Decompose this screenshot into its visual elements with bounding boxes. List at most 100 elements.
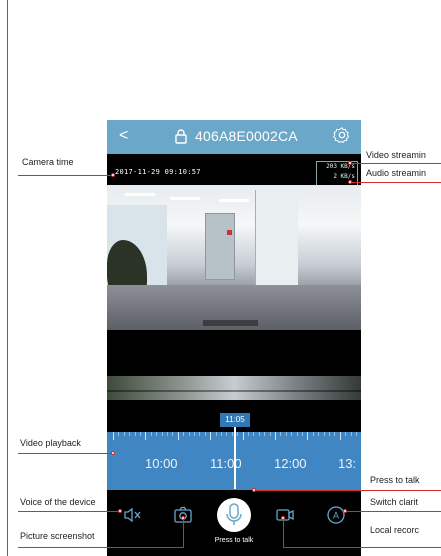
callout-camera-time: Camera time [22,157,74,167]
timeline-tick [307,432,309,440]
timeline-tick [118,432,120,436]
timeline-tick [210,432,212,440]
timeline-tick [302,432,303,436]
timeline-tick [248,432,249,436]
callout-press-to-talk: Press to talk [370,475,420,485]
camera-time-overlay: 2017-11-29 09:10:57 [115,168,201,176]
timeline-tick [329,432,330,436]
callout-line [18,511,122,512]
timeline-tick [145,432,147,440]
microphone-icon [226,503,242,525]
timeline-tick [140,432,141,436]
callout-line [18,175,115,176]
timeline-tick [199,432,201,436]
callout-dot [111,451,115,455]
callout-line [351,163,441,164]
timeline-tick [172,432,174,436]
timeline-tick [188,432,190,436]
timeline-tick [280,432,282,436]
speaker-mute-icon[interactable] [122,505,142,525]
timeline-tick [129,432,131,436]
callout-picture-screenshot: Picture screenshot [20,531,95,541]
callout-video-streaming: Video streamin [366,150,426,160]
ceiling-light [170,197,200,200]
timeline-tick [177,432,179,440]
callout-dot [348,180,352,184]
callout-line [351,182,441,183]
timeline-tick [350,432,352,436]
ceiling-light [125,193,155,196]
callout-video-playback: Video playback [20,438,81,448]
callout-line [283,519,284,548]
timeline-tick [194,432,195,436]
video-view[interactable] [107,185,361,330]
gear-icon[interactable] [333,126,351,144]
timeline-tick [231,432,233,436]
callout-dot [252,488,256,492]
timeline-label: 10:00 [145,456,178,471]
timeline-tick [226,432,228,436]
playback-cursor[interactable] [234,427,236,489]
callout-dot [181,516,185,520]
timeline-label: 11:00 [210,456,242,471]
timeline-tick [237,432,239,436]
callout-switch-clarity: Switch clarit [370,497,419,507]
timeline-tick [167,432,168,436]
timeline-tick [323,432,325,436]
title-group: 406A8E0002CA [173,127,298,145]
timeline-tick [356,432,357,436]
timeline-tick [253,432,255,436]
timeline-tick [269,432,271,436]
thumbnail-strip-line [107,390,361,392]
callout-voice-of-device: Voice of the device [20,497,96,507]
timeline-tick [221,432,222,436]
page-left-border [7,0,8,556]
timeline-tick [264,432,266,436]
timeline-tick [258,432,260,436]
timeline-tick [285,432,287,436]
timeline-tick [123,432,125,436]
callout-local-record: Local recorc [370,525,420,535]
timeline-label: 13: [338,456,357,471]
timeline-tick [334,432,336,436]
timeline-tick [161,432,163,436]
top-bar: < 406A8E0002CA [107,120,361,154]
stream-rate-box: 203 KB/s 2 KB/s [316,161,358,187]
callout-line [283,547,441,548]
back-button[interactable]: < [119,127,128,145]
timeline-tick [318,432,320,436]
callout-dot [118,509,122,513]
current-time-badge: 11:05 [220,413,250,427]
lock-icon [175,129,187,144]
press-to-talk-label: Press to talk [214,537,254,544]
video-column [255,190,298,290]
timeline-tick [156,432,158,436]
callout-dot [343,509,347,513]
video-door [205,213,235,280]
callout-line [255,490,441,491]
timeline-tick [113,432,114,440]
callout-line [183,519,184,548]
press-to-talk-button[interactable] [217,498,251,532]
timeline-tick [183,432,185,436]
svg-text:A: A [333,511,339,521]
timeline-tick [339,432,341,440]
ceiling-light [219,199,249,202]
video-osd-bottom [203,320,258,326]
callout-audio-streaming: Audio streamin [366,168,427,178]
timeline-tick [134,432,136,436]
timeline-tick [296,432,298,436]
timeline-tick [150,432,152,436]
video-red-sign [227,230,232,235]
timeline-tick [345,432,347,436]
callout-dot [281,516,285,520]
timeline-tick [215,432,217,436]
timeline-tick [204,432,206,436]
timeline-label: 12:00 [274,456,307,471]
timeline-tick [312,432,314,436]
thumbnail-strip[interactable] [107,376,361,400]
video-record-icon[interactable] [275,505,295,525]
callout-line [346,511,441,512]
auto-clarity-icon[interactable]: A [326,505,346,525]
timeline-tick [275,432,276,440]
